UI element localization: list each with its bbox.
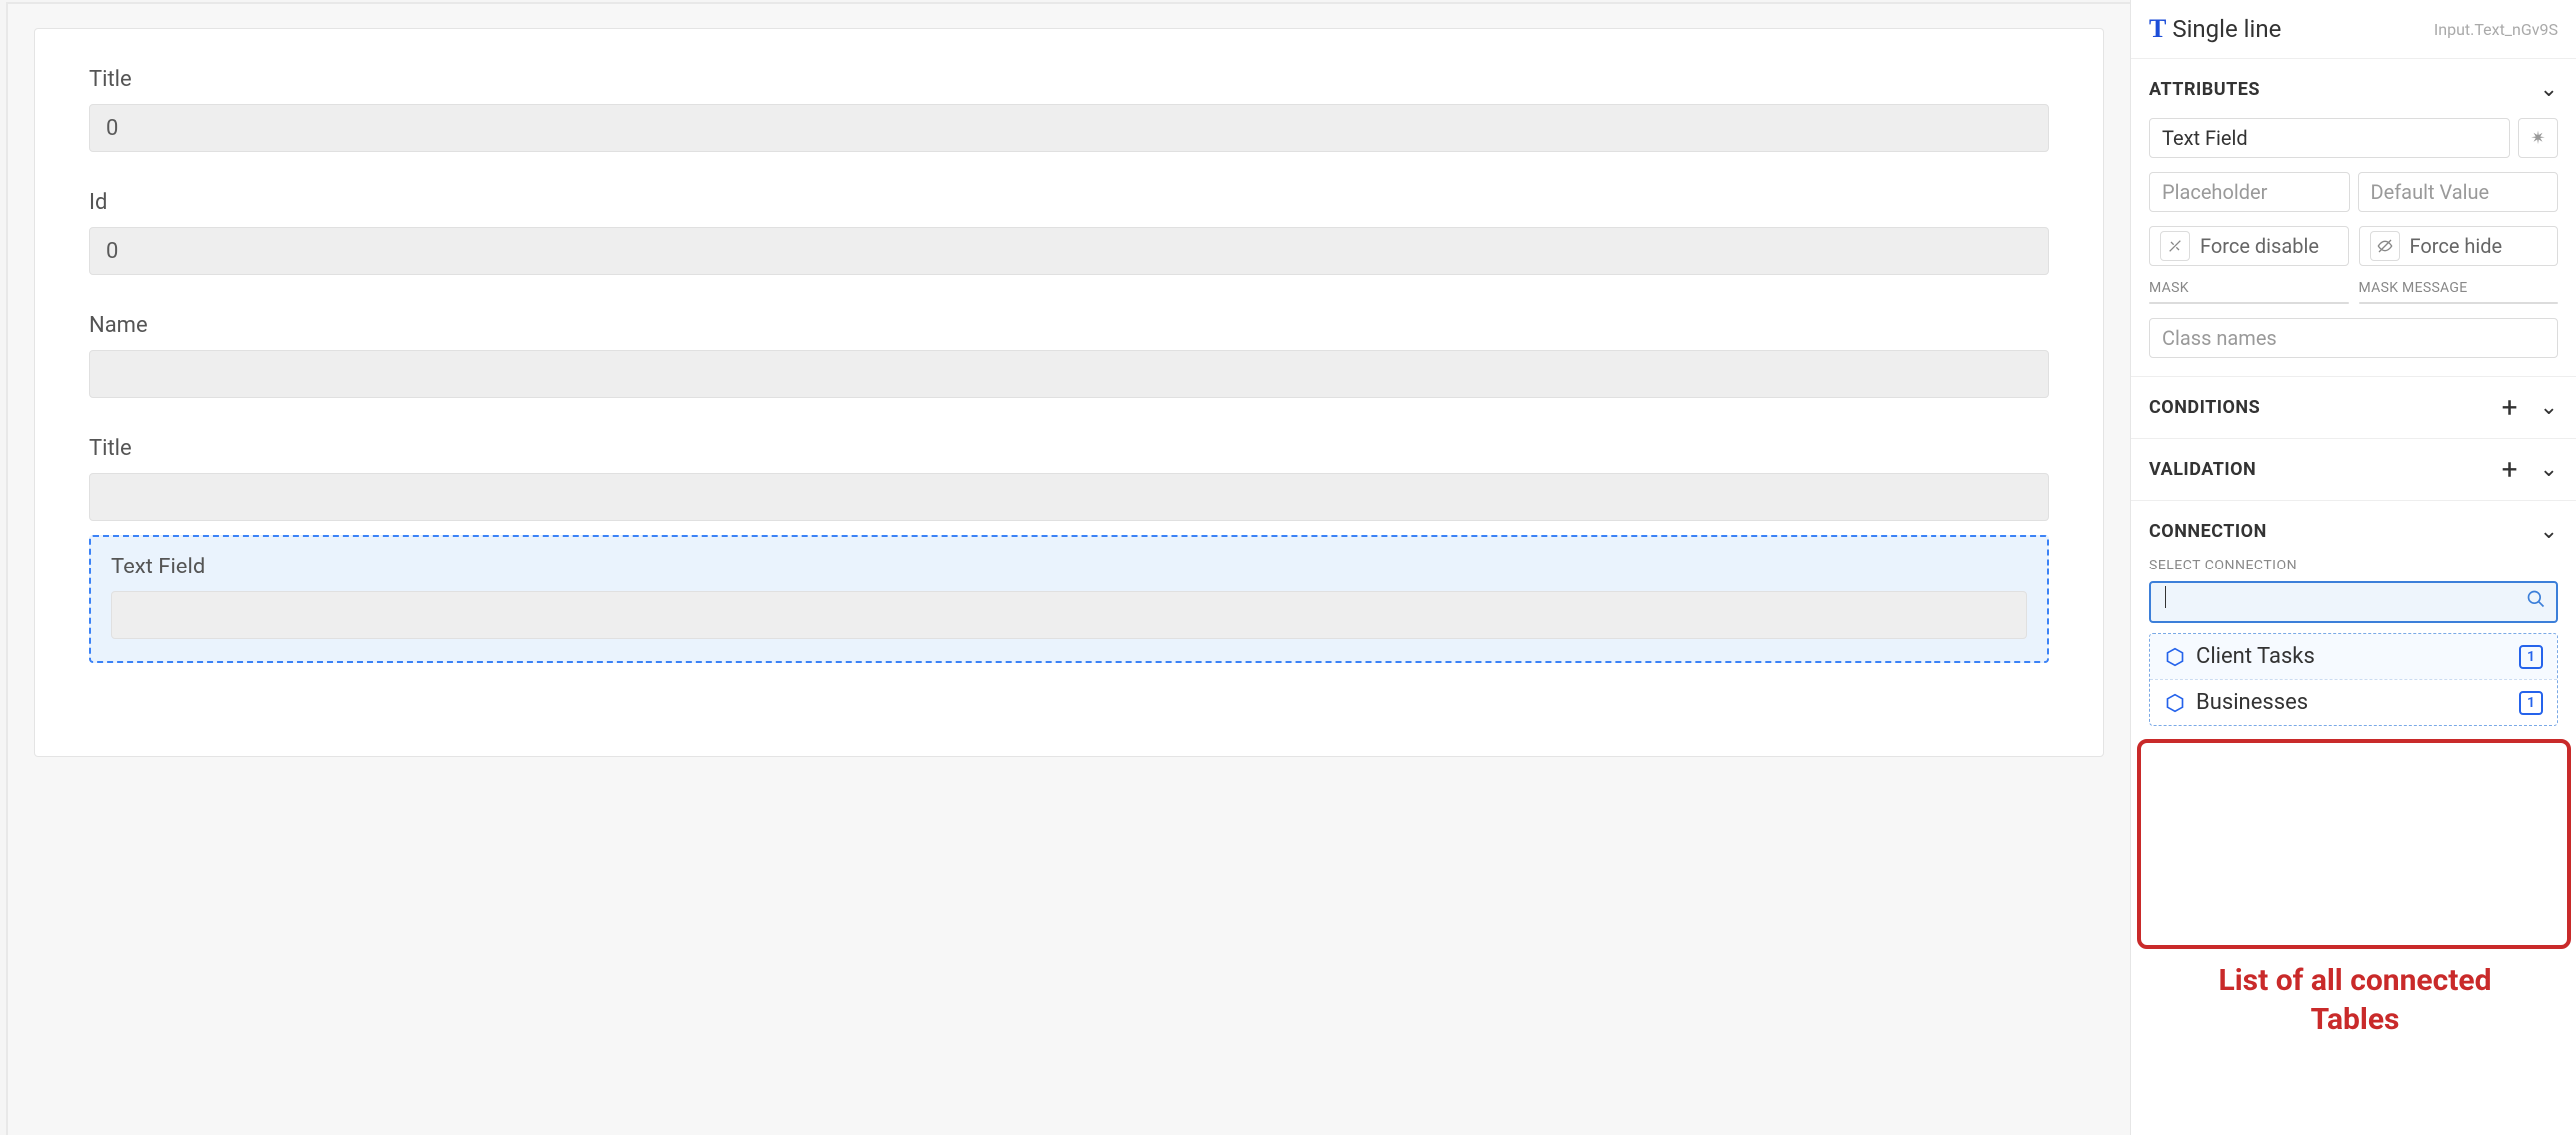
mask-label: MASK — [2149, 280, 2349, 296]
panel-header: T Single line Input.Text_nGv9S — [2131, 0, 2576, 59]
field-label: Title — [89, 436, 2049, 461]
field-input[interactable]: 0 — [89, 227, 2049, 275]
count-badge: 1 — [2519, 691, 2543, 715]
chevron-down-icon: ⌄ — [2540, 457, 2558, 482]
field-input[interactable] — [89, 473, 2049, 521]
field-id[interactable]: Id 0 — [89, 190, 2049, 275]
connection-option-client-tasks[interactable]: Client Tasks 1 — [2150, 634, 2557, 679]
form-canvas: Title 0 Id 0 Name Title Text Field — [6, 2, 2130, 1135]
table-icon — [2164, 692, 2186, 714]
class-names-input[interactable]: Class names — [2149, 318, 2558, 358]
chevron-down-icon: ⌄ — [2540, 395, 2558, 420]
attr-name-input[interactable]: Text Field — [2149, 118, 2510, 158]
section-conditions: CONDITIONS + ⌄ — [2131, 377, 2576, 439]
required-toggle-button[interactable] — [2518, 118, 2558, 158]
chevron-down-icon: ⌄ — [2540, 77, 2558, 102]
connection-dropdown: Client Tasks 1 Businesses 1 — [2149, 633, 2558, 726]
annotation-box — [2137, 739, 2571, 949]
panel-title: Single line — [2172, 15, 2281, 43]
plus-icon[interactable]: + — [2502, 462, 2518, 478]
connection-option-businesses[interactable]: Businesses 1 — [2150, 679, 2557, 725]
section-toggle-conditions[interactable]: CONDITIONS + ⌄ — [2149, 395, 2558, 420]
field-name[interactable]: Name — [89, 313, 2049, 398]
plus-icon[interactable]: + — [2502, 400, 2518, 416]
section-toggle-attributes[interactable]: ATTRIBUTES ⌄ — [2149, 77, 2558, 102]
attr-default-input[interactable]: Default Value — [2358, 172, 2559, 212]
form-card: Title 0 Id 0 Name Title Text Field — [34, 28, 2104, 757]
section-toggle-connection[interactable]: CONNECTION ⌄ — [2149, 519, 2558, 544]
text-type-icon: T — [2149, 14, 2166, 44]
field-label: Name — [89, 313, 2049, 338]
selected-field-textfield[interactable]: Text Field — [89, 535, 2049, 663]
connection-search-input[interactable] — [2149, 581, 2558, 623]
field-input[interactable] — [111, 591, 2027, 639]
annotation-text: List of all connected Tables — [2205, 961, 2505, 1039]
field-title-2[interactable]: Title — [89, 436, 2049, 521]
force-hide-toggle[interactable]: Force hide — [2359, 226, 2559, 266]
hide-icon — [2370, 231, 2400, 261]
attr-placeholder-input[interactable]: Placeholder — [2149, 172, 2350, 212]
field-label: Text Field — [111, 555, 2027, 579]
section-attributes: ATTRIBUTES ⌄ Text Field Placeholder Defa… — [2131, 59, 2576, 377]
table-icon — [2164, 646, 2186, 668]
force-disable-toggle[interactable]: Force disable — [2149, 226, 2349, 266]
field-input[interactable] — [89, 350, 2049, 398]
field-label: Title — [89, 67, 2049, 92]
select-connection-label: SELECT CONNECTION — [2149, 558, 2558, 573]
field-title-1[interactable]: Title 0 — [89, 67, 2049, 152]
count-badge: 1 — [2519, 645, 2543, 669]
section-validation: VALIDATION + ⌄ — [2131, 439, 2576, 501]
asterisk-icon — [2529, 129, 2547, 147]
mask-message-label: MASK MESSAGE — [2359, 280, 2559, 296]
field-label: Id — [89, 190, 2049, 215]
section-connection: CONNECTION ⌄ SELECT CONNECTION — [2131, 501, 2576, 744]
properties-panel: T Single line Input.Text_nGv9S ATTRIBUTE… — [2130, 0, 2576, 1135]
field-input[interactable]: 0 — [89, 104, 2049, 152]
section-toggle-validation[interactable]: VALIDATION + ⌄ — [2149, 457, 2558, 482]
search-icon — [2526, 589, 2546, 615]
disable-icon — [2160, 231, 2190, 261]
mask-input[interactable] — [2149, 302, 2349, 304]
chevron-down-icon: ⌄ — [2540, 519, 2558, 544]
mask-message-input[interactable] — [2359, 302, 2559, 304]
panel-subtitle: Input.Text_nGv9S — [2434, 20, 2558, 39]
